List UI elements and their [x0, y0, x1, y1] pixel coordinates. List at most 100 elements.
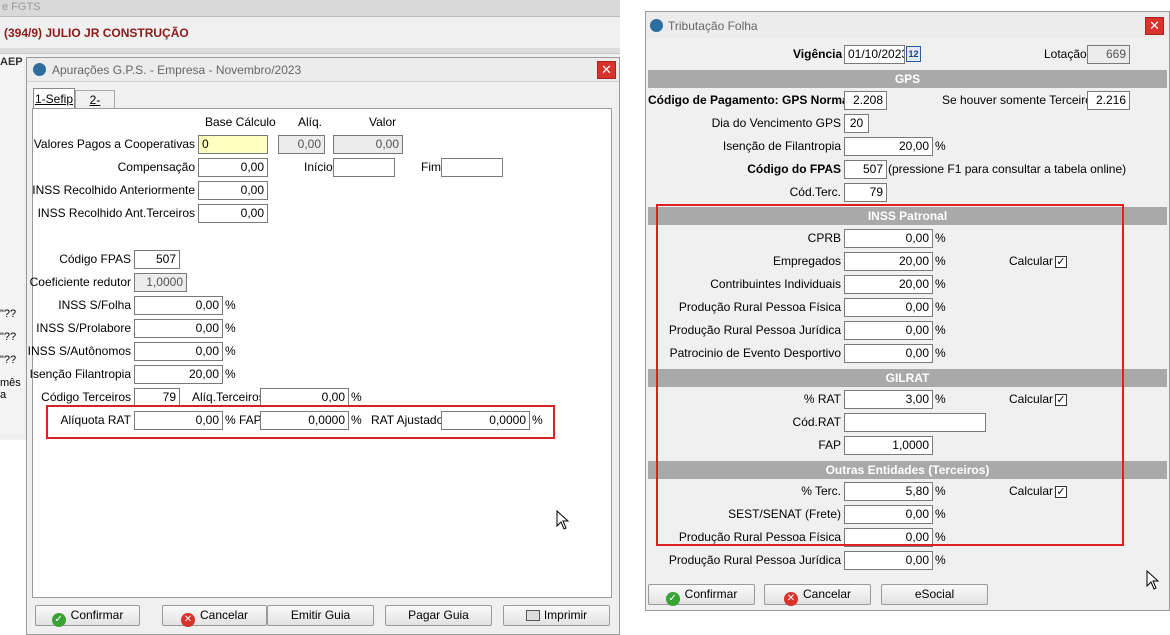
pagar-guia-button[interactable]: Pagar Guia [385, 605, 492, 626]
background-side-column: AEP "?? "?? "?? mês a [0, 54, 24, 434]
dia-vencimento-input[interactable]: 20 [844, 114, 869, 133]
trib-titlebar: Tributação Folha ✕ [646, 12, 1169, 38]
coef-redutor-label: Coeficiente redutor [29, 275, 131, 289]
valores-pagos-label: Valores Pagos a Cooperativas [33, 137, 195, 151]
pagar-guia-label: Pagar Guia [408, 608, 469, 622]
inss-prolabore-input[interactable]: 0,00 [134, 319, 223, 338]
esocial-label: eSocial [914, 587, 955, 601]
lotacao-input[interactable]: 669 [1087, 45, 1130, 64]
codigo-fpas-trib-label: Código do FPAS [747, 162, 841, 176]
codigo-fpas-input[interactable]: 507 [134, 250, 180, 269]
background-toolbar [0, 48, 620, 54]
trib-cancel-icon: ✕ [783, 592, 798, 606]
coef-redutor-input[interactable]: 1,0000 [134, 273, 187, 292]
compensacao-label: Compensação [117, 160, 195, 174]
imprimir-button[interactable]: Imprimir [503, 605, 610, 626]
confirmar-label: Confirmar [70, 608, 124, 622]
side-label-2: "?? [0, 331, 17, 343]
inss-folha-pct: % [225, 298, 236, 312]
trib-mouse-cursor-icon [1146, 569, 1160, 593]
side-label-aep: AEP [0, 56, 23, 68]
inss-autonomos-pct: % [225, 344, 236, 358]
side-label-4: mês a [0, 377, 21, 401]
somente-terceiros-input[interactable]: 2.216 [1087, 91, 1130, 110]
cod-terc-input[interactable]: 79 [844, 183, 887, 202]
trib-title: Tributação Folha [668, 19, 758, 33]
cod-pagamento-input[interactable]: 2.208 [844, 91, 887, 110]
emitir-guia-button[interactable]: Emitir Guia [267, 605, 374, 626]
confirmar-button[interactable]: ✓ Confirmar [35, 605, 140, 627]
cod-terc-label: Cód.Terc. [789, 185, 841, 199]
trib-cancelar-label: Cancelar [802, 587, 852, 601]
printer-icon [525, 610, 540, 621]
cancel-icon: ✕ [180, 613, 195, 627]
vigencia-input[interactable]: 01/10/2023 [844, 45, 905, 64]
valores-pagos-aliq-input[interactable]: 0,00 [278, 135, 325, 154]
gps-title: Apurações G.P.S. - Empresa - Novembro/20… [52, 63, 302, 77]
rat-highlight-box [46, 405, 555, 439]
valores-pagos-valor-input[interactable]: 0,00 [333, 135, 403, 154]
inicio-input[interactable] [333, 158, 395, 177]
fpas-hint: (pressione F1 para consultar a tabela on… [888, 162, 1127, 176]
emitir-guia-label: Emitir Guia [290, 608, 351, 622]
gps-close-button[interactable]: ✕ [597, 61, 616, 79]
inss-rec-ant-terc-label: INSS Recolhido Ant.Terceiros [37, 206, 195, 220]
header-valor: Valor [369, 115, 397, 129]
mouse-cursor-icon [556, 509, 570, 533]
isencao-filantropia-input[interactable]: 20,00 [134, 365, 223, 384]
inss-rec-ant-input[interactable]: 0,00 [198, 181, 268, 200]
gps-window: Apurações G.P.S. - Empresa - Novembro/20… [26, 57, 620, 635]
cancelar-button[interactable]: ✕ Cancelar [162, 605, 267, 627]
inicio-label: Início [304, 160, 333, 174]
trib-cancelar-button[interactable]: ✕ Cancelar [764, 584, 871, 606]
inss-rec-ant-terc-input[interactable]: 0,00 [198, 204, 268, 223]
tab-sefip-label: 1-Sefip [34, 92, 74, 106]
lotacao-label: Lotação [1044, 47, 1087, 61]
inss-autonomos-input[interactable]: 0,00 [134, 342, 223, 361]
background-title: e FGTS [2, 1, 41, 13]
esocial-button[interactable]: eSocial [881, 584, 988, 605]
fim-input[interactable] [441, 158, 503, 177]
tab-inss[interactable]: 2-INSS [75, 90, 115, 125]
cod-pagamento-label: Código de Pagamento: GPS Normal [648, 93, 853, 107]
prod-rural-pj2-input[interactable]: 0,00 [844, 551, 933, 570]
compensacao-input[interactable]: 0,00 [198, 158, 268, 177]
trib-close-button[interactable]: ✕ [1145, 17, 1164, 35]
tab-sefip[interactable]: 1-Sefip [33, 88, 75, 109]
vigencia-label: Vigência [793, 47, 843, 61]
header-base-calculo: Base Cálculo [205, 115, 276, 129]
dia-vencimento-label: Dia do Vencimento GPS [711, 116, 841, 130]
isencao-filantropia-label: Isenção Filantropia [29, 367, 131, 381]
trib-check-icon: ✓ [665, 592, 680, 606]
trib-logo-icon [650, 19, 663, 32]
inss-autonomos-label: INSS S/Autônomos [27, 344, 131, 358]
codigo-fpas-trib-input[interactable]: 507 [844, 160, 887, 179]
inss-folha-label: INSS S/Folha [58, 298, 131, 312]
trib-confirmar-label: Confirmar [684, 587, 738, 601]
section-gps: GPS [648, 70, 1167, 88]
prod-rural-pj2-pct: % [935, 553, 946, 567]
isencao-filantropia-trib-input[interactable]: 20,00 [844, 137, 933, 156]
inss-folha-input[interactable]: 0,00 [134, 296, 223, 315]
somente-terceiros-label: Se houver somente Terceiros [942, 93, 1098, 107]
valores-pagos-base-input[interactable]: 0 [198, 135, 268, 154]
isencao-filantropia-pct: % [225, 367, 236, 381]
inss-prolabore-label: INSS S/Prolabore [36, 321, 131, 335]
cancelar-label: Cancelar [199, 608, 249, 622]
prod-rural-pj2-label: Produção Rural Pessoa Jurídica [668, 553, 841, 567]
imprimir-label: Imprimir [543, 608, 588, 622]
inss-rec-ant-label: INSS Recolhido Anteriormente [32, 183, 195, 197]
company-name: (394/9) JULIO JR CONSTRUÇÃO [4, 26, 189, 40]
calendar-icon[interactable]: 12 [906, 46, 921, 62]
side-label-3: "?? [0, 354, 17, 366]
trib-confirmar-button[interactable]: ✓ Confirmar [648, 584, 755, 606]
background-titlebar: e FGTS [0, 0, 620, 17]
trib-highlight-box [656, 204, 1124, 546]
side-label-1: "?? [0, 308, 17, 320]
app-logo-icon [33, 63, 46, 76]
gps-titlebar: Apurações G.P.S. - Empresa - Novembro/20… [27, 58, 619, 82]
inss-prolabore-pct: % [225, 321, 236, 335]
check-icon: ✓ [51, 613, 66, 627]
codigo-fpas-label: Código FPAS [59, 252, 131, 266]
header-aliq: Alíq. [298, 115, 323, 129]
